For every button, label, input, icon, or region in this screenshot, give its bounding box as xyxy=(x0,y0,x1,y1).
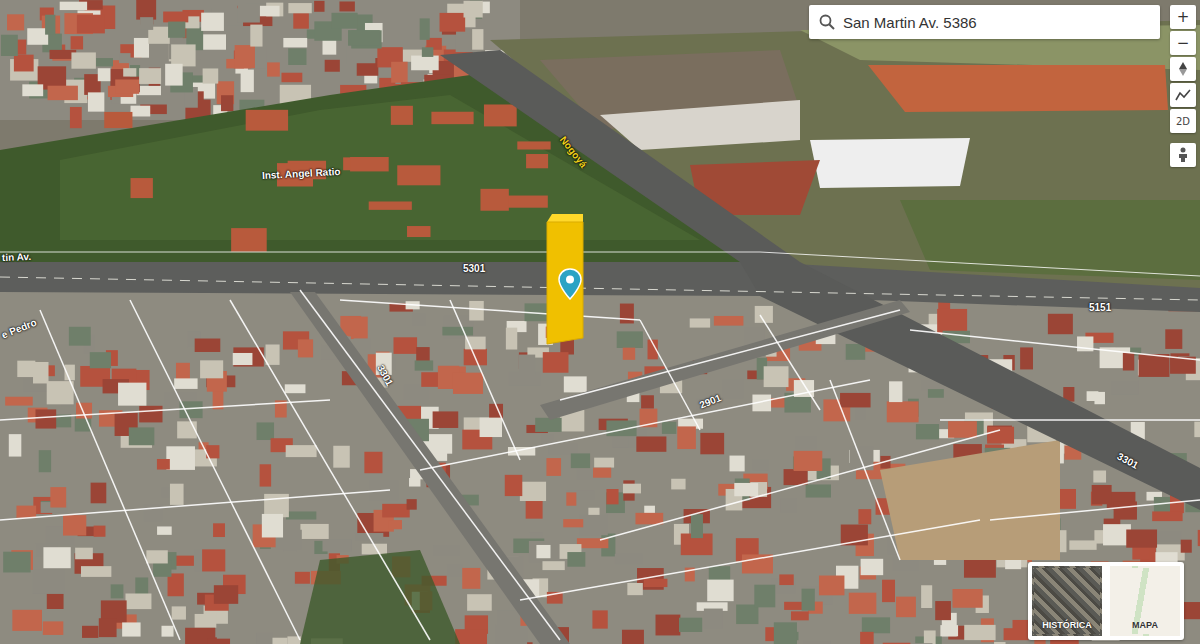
elevation-profile-button[interactable] xyxy=(1170,83,1196,107)
base-layer-tile[interactable]: MAPA xyxy=(1110,566,1180,636)
building-top xyxy=(547,214,583,222)
compass-button[interactable] xyxy=(1170,57,1196,81)
map-label: 5301 xyxy=(463,263,485,274)
search-bar[interactable]: San Martin Av. 5386 xyxy=(809,5,1160,39)
map-label: tin Av. xyxy=(2,251,31,263)
selected-building[interactable] xyxy=(547,222,583,344)
compass-icon xyxy=(1177,61,1189,77)
search-icon xyxy=(819,14,835,30)
map-controls: +− 2D xyxy=(1170,5,1196,167)
search-value[interactable]: San Martin Av. 5386 xyxy=(843,14,977,31)
street-view-button[interactable] xyxy=(1170,143,1196,167)
view-mode-button[interactable]: 2D xyxy=(1170,109,1196,133)
base-layer-tile[interactable]: HISTÓRICA xyxy=(1032,566,1102,636)
zoom-out-button[interactable]: − xyxy=(1170,31,1196,55)
map-canvas[interactable]: tin Av.Inst. Angel RatioNogoyá5301515133… xyxy=(0,0,1200,644)
base-layer-switcher: HISTÓRICAMAPA xyxy=(1028,562,1184,640)
location-pin-icon[interactable] xyxy=(558,268,582,300)
satellite-imagery[interactable] xyxy=(0,0,1200,644)
map-label: 5151 xyxy=(1089,302,1111,313)
profile-chart-icon xyxy=(1175,88,1191,102)
zoom-in-button[interactable]: + xyxy=(1170,5,1196,29)
person-icon xyxy=(1176,147,1190,163)
